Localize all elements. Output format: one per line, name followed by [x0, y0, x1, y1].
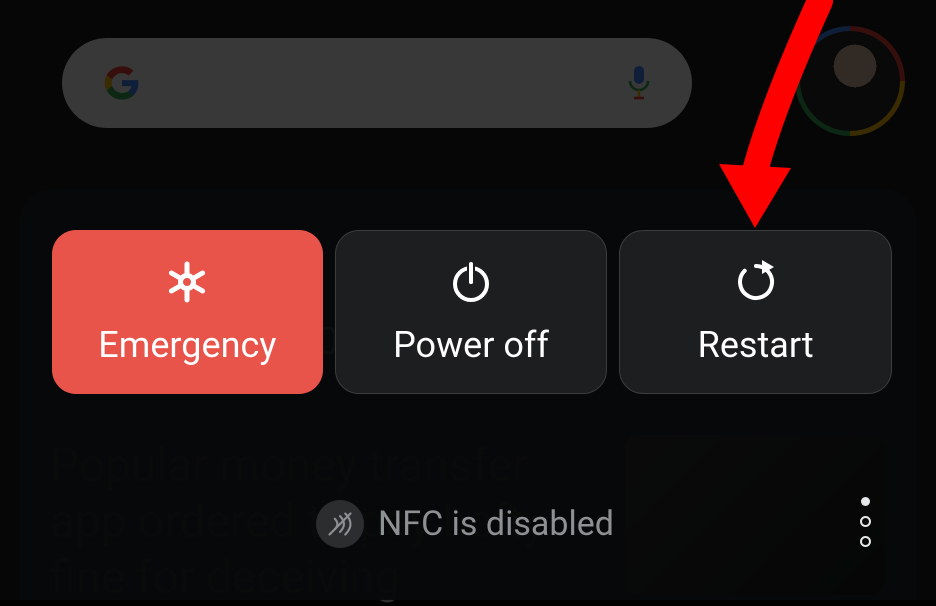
- power-off-label: Power off: [393, 324, 549, 366]
- nfc-disabled-icon: [316, 500, 364, 548]
- restart-icon: [732, 258, 780, 306]
- power-off-button[interactable]: Power off: [335, 230, 608, 394]
- nfc-toast-text: NFC is disabled: [378, 504, 614, 544]
- more-options-button[interactable]: [860, 497, 870, 547]
- medical-star-icon: [163, 258, 211, 306]
- emergency-label: Emergency: [98, 324, 276, 366]
- kebab-dot-icon: [860, 516, 871, 527]
- restart-label: Restart: [698, 324, 814, 366]
- kebab-dot-icon: [860, 536, 871, 547]
- kebab-dot-icon: [861, 497, 870, 506]
- power-icon: [447, 258, 495, 306]
- restart-button[interactable]: Restart: [619, 230, 892, 394]
- emergency-button[interactable]: Emergency: [52, 230, 323, 394]
- power-menu: Emergency Power off Restart: [52, 230, 892, 394]
- nfc-toast: NFC is disabled: [300, 498, 630, 550]
